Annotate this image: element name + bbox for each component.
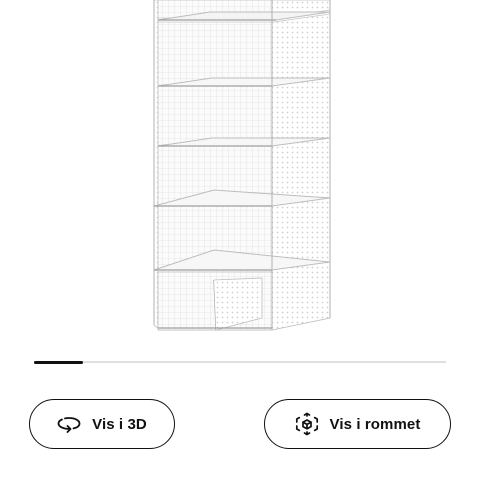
carousel-progress-indicator xyxy=(34,360,84,364)
product-image[interactable] xyxy=(0,0,480,345)
view-3d-button[interactable]: Vis i 3D xyxy=(29,399,175,449)
view-in-room-label: Vis i rommet xyxy=(329,415,421,433)
ar-cube-icon xyxy=(295,412,319,436)
product-gallery-screen: Vis i 3D Vis i rommet xyxy=(0,0,480,480)
carousel-progress-track[interactable] xyxy=(34,360,446,364)
view-3d-label: Vis i 3D xyxy=(92,415,147,433)
view-in-room-button[interactable]: Vis i rommet xyxy=(264,399,451,449)
rotate-3d-icon xyxy=(57,415,81,433)
